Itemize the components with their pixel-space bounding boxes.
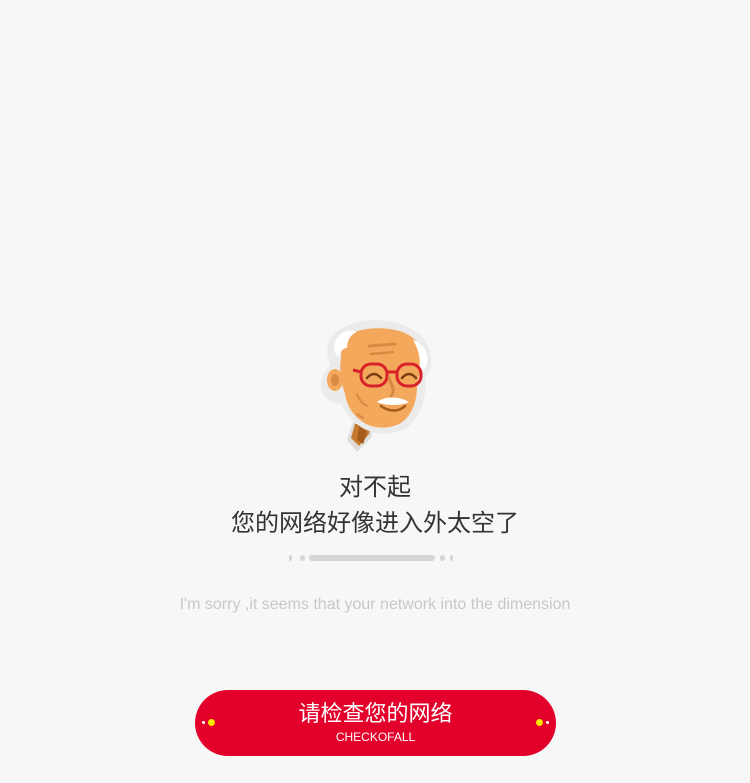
check-network-sublabel: CHECKOFALL — [335, 730, 416, 744]
right-dots-icon — [535, 718, 551, 728]
check-network-button[interactable]: 请检查您的网络 CHECKOFALL — [195, 690, 556, 756]
error-title: 对不起 — [339, 473, 411, 501]
error-message: 您的网络好像进入外太空了 — [231, 509, 519, 537]
error-subtitle: I'm sorry ,it seems that your network in… — [179, 596, 571, 613]
divider — [289, 553, 455, 563]
old-man-mascot-icon — [320, 320, 431, 452]
check-network-label: 请检查您的网络 — [298, 702, 453, 727]
